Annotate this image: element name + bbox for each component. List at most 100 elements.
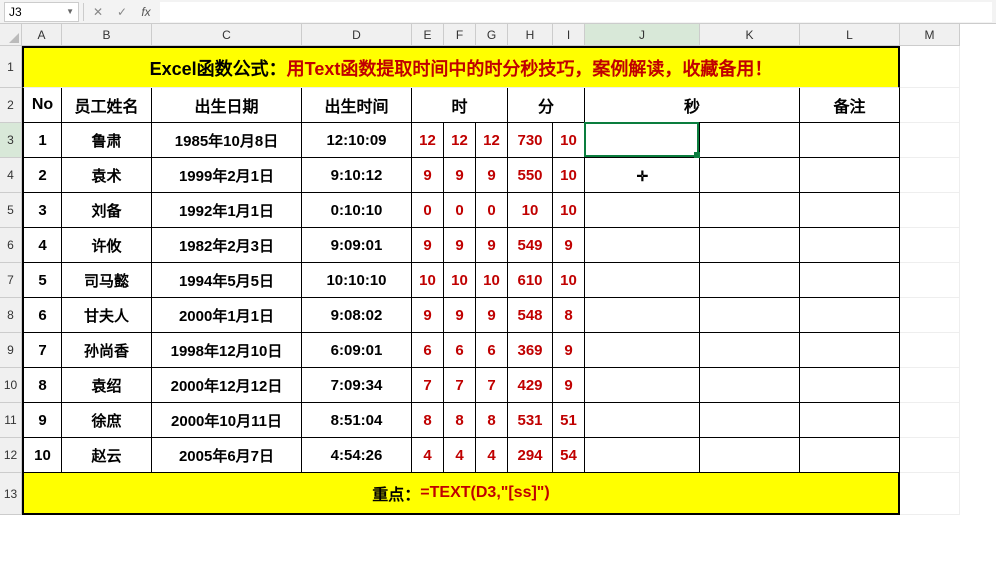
header-sec[interactable]: 秒 xyxy=(585,88,800,123)
table-row-e[interactable]: 4 xyxy=(412,438,444,473)
table-row-time[interactable]: 7:09:34 xyxy=(302,368,412,403)
col-header-L[interactable]: L xyxy=(800,24,900,46)
table-row-name[interactable]: 刘备 xyxy=(62,193,152,228)
row-header-2[interactable]: 2 xyxy=(0,88,22,123)
table-row-l[interactable] xyxy=(800,193,900,228)
row-header-4[interactable]: 4 xyxy=(0,158,22,193)
table-row-l[interactable] xyxy=(800,298,900,333)
table-row-f[interactable]: 4 xyxy=(444,438,476,473)
table-row-j[interactable] xyxy=(585,438,700,473)
header-note[interactable]: 备注 xyxy=(800,88,900,123)
table-row-i[interactable]: 10 xyxy=(553,123,585,158)
check-icon[interactable]: ✓ xyxy=(112,2,132,22)
cancel-icon[interactable]: ✕ xyxy=(88,2,108,22)
cells-area[interactable]: Excel函数公式：用Text函数提取时间中的时分秒技巧，案例解读，收藏备用！N… xyxy=(22,46,960,515)
table-row-l[interactable] xyxy=(800,158,900,193)
cell-M13[interactable] xyxy=(900,473,960,515)
table-row-i[interactable]: 10 xyxy=(553,158,585,193)
table-row-i[interactable]: 10 xyxy=(553,193,585,228)
row-header-7[interactable]: 7 xyxy=(0,263,22,298)
table-row-f[interactable]: 6 xyxy=(444,333,476,368)
table-row-k[interactable] xyxy=(700,403,800,438)
cell-M2[interactable] xyxy=(900,88,960,123)
name-box[interactable]: J3 ▼ xyxy=(4,2,79,22)
table-row-i[interactable]: 8 xyxy=(553,298,585,333)
table-row-h[interactable]: 531 xyxy=(508,403,553,438)
cell-M[interactable] xyxy=(900,438,960,473)
row-header-6[interactable]: 6 xyxy=(0,228,22,263)
col-header-E[interactable]: E xyxy=(412,24,444,46)
table-row-name[interactable]: 赵云 xyxy=(62,438,152,473)
table-row-no[interactable]: 8 xyxy=(22,368,62,403)
table-row-g[interactable]: 8 xyxy=(476,403,508,438)
table-row-time[interactable]: 12:10:09 xyxy=(302,123,412,158)
table-row-l[interactable] xyxy=(800,368,900,403)
table-row-h[interactable]: 730 xyxy=(508,123,553,158)
table-row-birth[interactable]: 2000年1月1日 xyxy=(152,298,302,333)
table-row-j[interactable] xyxy=(585,403,700,438)
table-row-f[interactable]: 9 xyxy=(444,228,476,263)
table-row-i[interactable]: 9 xyxy=(553,333,585,368)
table-row-h[interactable]: 550 xyxy=(508,158,553,193)
table-row-time[interactable]: 0:10:10 xyxy=(302,193,412,228)
table-row-i[interactable]: 54 xyxy=(553,438,585,473)
table-row-k[interactable] xyxy=(700,228,800,263)
table-row-e[interactable]: 6 xyxy=(412,333,444,368)
table-row-birth[interactable]: 1985年10月8日 xyxy=(152,123,302,158)
table-row-h[interactable]: 294 xyxy=(508,438,553,473)
table-row-name[interactable]: 司马懿 xyxy=(62,263,152,298)
table-row-j[interactable] xyxy=(585,368,700,403)
row-header-8[interactable]: 8 xyxy=(0,298,22,333)
cell-M[interactable] xyxy=(900,193,960,228)
table-row-k[interactable] xyxy=(700,123,800,158)
table-row-no[interactable]: 1 xyxy=(22,123,62,158)
table-row-l[interactable] xyxy=(800,263,900,298)
table-row-name[interactable]: 袁术 xyxy=(62,158,152,193)
col-header-M[interactable]: M xyxy=(900,24,960,46)
table-row-no[interactable]: 10 xyxy=(22,438,62,473)
cell-M[interactable] xyxy=(900,298,960,333)
table-row-no[interactable]: 5 xyxy=(22,263,62,298)
table-row-birth[interactable]: 1994年5月5日 xyxy=(152,263,302,298)
table-row-g[interactable]: 7 xyxy=(476,368,508,403)
table-row-e[interactable]: 9 xyxy=(412,298,444,333)
row-header-3[interactable]: 3 xyxy=(0,123,22,158)
cell-M[interactable] xyxy=(900,263,960,298)
cell-M[interactable] xyxy=(900,333,960,368)
title-cell[interactable]: Excel函数公式：用Text函数提取时间中的时分秒技巧，案例解读，收藏备用！ xyxy=(22,46,900,88)
table-row-l[interactable] xyxy=(800,438,900,473)
col-header-J[interactable]: J xyxy=(585,24,700,46)
col-header-K[interactable]: K xyxy=(700,24,800,46)
table-row-g[interactable]: 9 xyxy=(476,158,508,193)
table-row-j[interactable] xyxy=(585,298,700,333)
table-row-k[interactable] xyxy=(700,298,800,333)
fx-icon[interactable]: fx xyxy=(136,2,156,22)
table-row-e[interactable]: 7 xyxy=(412,368,444,403)
table-row-g[interactable]: 9 xyxy=(476,298,508,333)
table-row-h[interactable]: 10 xyxy=(508,193,553,228)
table-row-time[interactable]: 4:54:26 xyxy=(302,438,412,473)
header-no[interactable]: No xyxy=(22,88,62,123)
table-row-name[interactable]: 袁绍 xyxy=(62,368,152,403)
cell-M[interactable] xyxy=(900,158,960,193)
table-row-birth[interactable]: 2005年6月7日 xyxy=(152,438,302,473)
table-row-i[interactable]: 51 xyxy=(553,403,585,438)
col-header-A[interactable]: A xyxy=(22,24,62,46)
table-row-g[interactable]: 6 xyxy=(476,333,508,368)
table-row-j[interactable] xyxy=(585,263,700,298)
col-header-H[interactable]: H xyxy=(508,24,553,46)
header-birth[interactable]: 出生日期 xyxy=(152,88,302,123)
table-row-j[interactable] xyxy=(585,123,700,158)
table-row-birth[interactable]: 1999年2月1日 xyxy=(152,158,302,193)
table-row-f[interactable]: 10 xyxy=(444,263,476,298)
table-row-f[interactable]: 7 xyxy=(444,368,476,403)
col-header-B[interactable]: B xyxy=(62,24,152,46)
table-row-h[interactable]: 429 xyxy=(508,368,553,403)
table-row-birth[interactable]: 2000年12月12日 xyxy=(152,368,302,403)
table-row-j[interactable] xyxy=(585,333,700,368)
table-row-name[interactable]: 甘夫人 xyxy=(62,298,152,333)
table-row-j[interactable] xyxy=(585,158,700,193)
table-row-no[interactable]: 2 xyxy=(22,158,62,193)
table-row-no[interactable]: 6 xyxy=(22,298,62,333)
table-row-f[interactable]: 12 xyxy=(444,123,476,158)
